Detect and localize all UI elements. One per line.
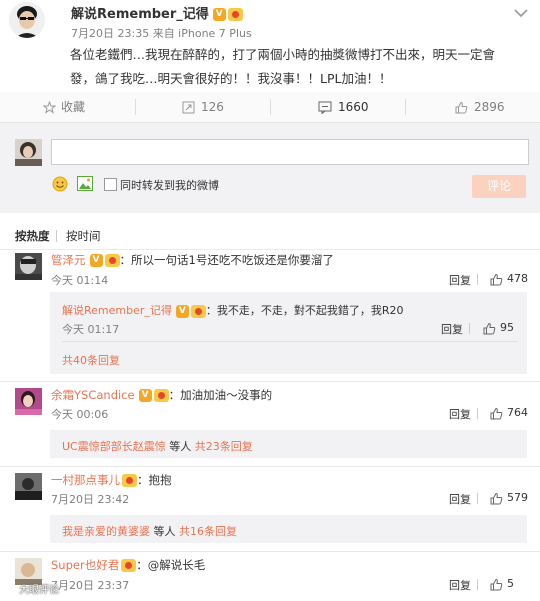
- reply-summary[interactable]: 我是亲爱的黄婆婆 等人 共16条回复: [62, 523, 237, 539]
- reply-link[interactable]: 回复: [449, 272, 471, 288]
- post-author[interactable]: 解说Remember_记得 V: [71, 3, 243, 22]
- commenter-name[interactable]: 一村那点事儿: [51, 473, 120, 487]
- sub-reply-item: 解说Remember_记得 V ：我不走，不走，對不起我錯了，我R20: [62, 302, 404, 318]
- commenter-avatar[interactable]: [15, 253, 42, 280]
- comment-like-button[interactable]: 764: [490, 406, 528, 420]
- comment-time: 7月20日 23:37: [51, 579, 130, 592]
- comment-item: 管泽元 V ：所以一句话1号还吃不吃饭还是你要溜了: [51, 252, 334, 268]
- member-level-icon: [153, 389, 169, 402]
- comment-icon: [318, 101, 332, 114]
- watermark: 大眼评论: [3, 581, 59, 597]
- star-icon: [43, 101, 56, 114]
- comment-button[interactable]: 1660: [318, 92, 369, 122]
- post-action-bar: 收藏 126 1660 2896: [0, 92, 540, 122]
- comment-item: 余霜YSCandice V ：加油加油～没事的: [51, 387, 272, 403]
- post-text-line-1: 各位老鐵們…我現在醉醉的，打了兩個小時的抽獎微博打不出來，明天一定會: [70, 47, 496, 62]
- comment-time: 今天 01:14: [51, 274, 109, 287]
- reply-link[interactable]: 回复: [449, 406, 471, 422]
- also-repost-checkbox[interactable]: [104, 178, 117, 191]
- emoji-icon[interactable]: [52, 176, 68, 192]
- reply-summary-count[interactable]: 共23条回复: [195, 440, 253, 453]
- image-icon[interactable]: [77, 176, 93, 191]
- reply-link[interactable]: 回复: [449, 577, 471, 593]
- commenter-name[interactable]: 管泽元: [51, 253, 86, 267]
- member-level-icon: [190, 304, 206, 318]
- commenter-name[interactable]: 余霜YSCandice: [51, 388, 135, 402]
- also-repost-label[interactable]: 同时转发到我的微博: [120, 177, 219, 193]
- verified-icon: V: [138, 389, 152, 402]
- comment-input[interactable]: [51, 139, 529, 165]
- repost-button[interactable]: 126: [182, 92, 224, 122]
- reply-summary-count[interactable]: 共16条回复: [179, 525, 237, 538]
- commenter-avatar[interactable]: [15, 473, 42, 500]
- comment-like-count: 764: [507, 406, 528, 419]
- comment-like-count: 5: [507, 577, 514, 590]
- composer-area: [0, 123, 540, 213]
- post-menu-chevron-icon[interactable]: [514, 8, 528, 18]
- post-timestamp[interactable]: 7月20日 23:35 来自 iPhone 7 Plus: [71, 25, 252, 41]
- reply-summary[interactable]: UC震惊部部长赵震惊 等人 共23条回复: [62, 438, 253, 454]
- thumb-up-icon: [490, 273, 503, 286]
- verified-icon: V: [175, 304, 189, 318]
- reply-summary-user[interactable]: 我是亲爱的黄婆婆: [62, 525, 150, 538]
- sub-reply-text: ：我不走，不走，對不起我錯了，我R20: [205, 304, 404, 317]
- sub-reply-like-button[interactable]: 95: [483, 321, 514, 335]
- comment-like-button[interactable]: 5: [490, 577, 514, 591]
- member-level-icon: [227, 8, 243, 21]
- reply-summary-mid: 等人: [165, 440, 195, 453]
- submit-comment-button[interactable]: 评论: [472, 175, 526, 198]
- collect-label: 收藏: [61, 100, 86, 114]
- post-text-line-2: 發，鴿了我吃…明天會很好的！！我沒事！！LPL加油！！: [70, 71, 392, 86]
- comment-text: ：@解说长毛: [136, 558, 206, 572]
- verified-icon: V: [212, 8, 226, 21]
- thumb-up-icon: [490, 578, 503, 591]
- comment-time: 今天 00:06: [51, 408, 109, 421]
- tab-sort-by-hot[interactable]: 按热度: [15, 228, 50, 244]
- verified-icon: V: [89, 254, 103, 267]
- repost-icon: [182, 101, 195, 114]
- comment-text: ：加油加油～没事的: [168, 388, 273, 402]
- watermark-logo-icon: [3, 583, 17, 597]
- repost-count: 126: [201, 100, 224, 114]
- reply-link[interactable]: 回复: [449, 491, 471, 507]
- sub-reply-link[interactable]: 回复: [441, 321, 463, 337]
- comment-text: ：所以一句话1号还吃不吃饭还是你要溜了: [119, 253, 334, 267]
- collect-button[interactable]: 收藏: [43, 92, 85, 122]
- comment-like-count: 478: [507, 272, 528, 285]
- commenter-name[interactable]: Super也好君: [51, 558, 119, 572]
- reply-summary-user[interactable]: UC震惊部部长赵震惊: [62, 440, 166, 453]
- member-level-icon: [104, 254, 120, 267]
- like-count: 2896: [474, 100, 505, 114]
- comment-like-button[interactable]: 579: [490, 491, 528, 505]
- thumb-up-icon: [483, 322, 496, 335]
- like-button[interactable]: 2896: [455, 92, 505, 122]
- watermark-text: 大眼评论: [19, 585, 59, 596]
- comment-item: 一村那点事儿 ：抱抱: [51, 472, 172, 488]
- member-level-icon: [122, 474, 137, 487]
- member-level-icon: [121, 559, 137, 572]
- thumb-up-icon: [490, 492, 503, 505]
- tab-sort-by-time[interactable]: 按时间: [66, 228, 101, 244]
- comment-text: ：抱抱: [137, 473, 172, 487]
- my-avatar: [15, 139, 42, 166]
- post-text: 各位老鐵們…我現在醉醉的，打了兩個小時的抽獎微博打不出來，明天一定會 發，鴿了我…: [70, 43, 535, 91]
- thumb-up-icon: [455, 101, 468, 114]
- thumb-up-icon: [490, 407, 503, 420]
- reply-summary-mid: 等人: [150, 525, 179, 538]
- comment-like-count: 579: [507, 491, 528, 504]
- sub-reply-author[interactable]: 解说Remember_记得: [62, 304, 172, 317]
- comment-count: 1660: [338, 100, 369, 114]
- sub-reply-time: 今天 01:17: [62, 323, 120, 336]
- post-author-name[interactable]: 解说Remember_记得: [71, 7, 209, 22]
- comment-time: 7月20日 23:42: [51, 493, 130, 506]
- commenter-avatar[interactable]: [15, 388, 42, 415]
- more-replies-link[interactable]: 共40条回复: [62, 352, 120, 368]
- comment-item: Super也好君 ：@解说长毛: [51, 557, 205, 573]
- sub-reply-like-count: 95: [500, 321, 514, 334]
- comment-like-button[interactable]: 478: [490, 272, 528, 286]
- author-avatar[interactable]: [9, 2, 45, 38]
